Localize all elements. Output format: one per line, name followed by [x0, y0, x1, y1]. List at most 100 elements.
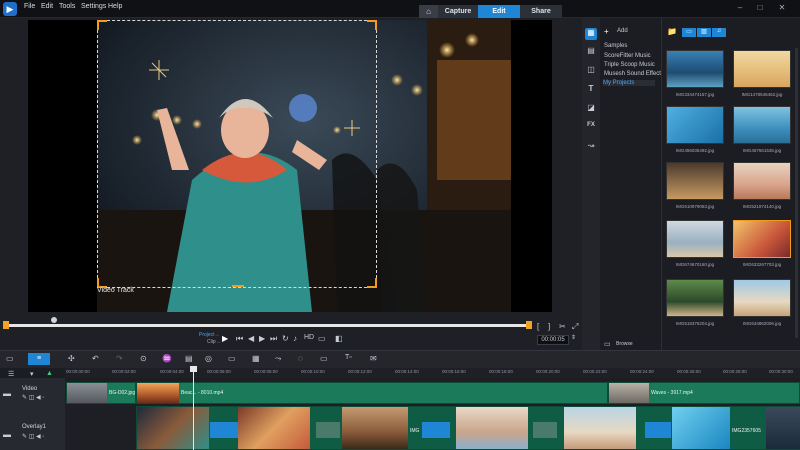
crop-handle-bottom[interactable]: [232, 285, 244, 287]
chapter-point-icon[interactable]: ▾: [30, 370, 34, 378]
overlay-frame[interactable]: [342, 407, 408, 449]
clip-mode-label[interactable]: Clip→: [207, 339, 221, 345]
split-clip-icon[interactable]: ✂: [559, 322, 566, 331]
transition-icon[interactable]: [533, 422, 557, 438]
show-photos-icon[interactable]: ▨: [697, 28, 711, 37]
media-thumbnail[interactable]: [733, 279, 791, 317]
video-stabilize-icon[interactable]: ✉: [370, 354, 377, 363]
library-scrollbar[interactable]: [795, 48, 798, 338]
media-thumbnail-selected[interactable]: [733, 220, 791, 258]
media-thumbnail[interactable]: [666, 279, 724, 317]
overlay-frame[interactable]: [238, 407, 310, 449]
menu-help[interactable]: Help: [108, 3, 122, 10]
crop-handle-bottom-right[interactable]: [367, 278, 377, 288]
home-icon[interactable]: ⌂: [419, 5, 438, 18]
graphic-icon[interactable]: ◪: [585, 103, 597, 115]
media-thumbnail[interactable]: [733, 106, 791, 144]
play-icon[interactable]: ▶: [222, 334, 228, 343]
media-thumbnail[interactable]: [666, 50, 724, 88]
time-remapping-icon[interactable]: ⤳: [275, 354, 281, 364]
overlay-frame[interactable]: [137, 407, 209, 449]
crop-handle-top-right[interactable]: [367, 20, 377, 30]
timecode-stepper-icon[interactable]: ⇕: [571, 334, 576, 341]
snapshot-icon[interactable]: ◧: [335, 334, 343, 343]
motion-tracking-icon[interactable]: ◎: [205, 354, 212, 363]
add-icon[interactable]: +: [604, 27, 609, 36]
timeline-clip[interactable]: Beac... - 8010.mp4: [136, 382, 608, 404]
show-videos-icon[interactable]: ▭: [682, 28, 696, 37]
auto-music-icon[interactable]: ▤: [185, 354, 193, 363]
menu-file[interactable]: File: [24, 3, 35, 10]
show-audio-icon[interactable]: ♫: [712, 28, 726, 37]
storyboard-view-icon[interactable]: ▭: [6, 354, 14, 363]
media-thumbnail[interactable]: [666, 162, 724, 200]
media-thumbnail[interactable]: [666, 106, 724, 144]
tools-icon[interactable]: ✣: [68, 354, 75, 363]
preview-playhead-marker[interactable]: [51, 317, 57, 323]
menu-edit[interactable]: Edit: [41, 3, 53, 10]
overlay-track-controls-icon[interactable]: ✎ ◫ ◀ ◦: [22, 433, 44, 440]
nav-item-triple-scoop[interactable]: Triple Scoop Music: [604, 62, 655, 68]
redo-icon[interactable]: ↷: [116, 354, 123, 363]
overlay-frame[interactable]: [672, 407, 730, 449]
media-thumbnail[interactable]: [733, 50, 791, 88]
nav-item-scorefitter[interactable]: ScoreFitter Music: [604, 53, 651, 59]
add-folder-button[interactable]: Add: [617, 28, 628, 34]
close-icon[interactable]: ✕: [776, 2, 788, 14]
crop-handle-top-left[interactable]: [97, 20, 107, 30]
media-library-icon[interactable]: ▦: [585, 28, 597, 40]
next-frame-icon[interactable]: ▶: [259, 334, 265, 343]
pan-zoom-icon[interactable]: ▭: [320, 354, 328, 363]
repeat-icon[interactable]: ↻: [282, 334, 289, 343]
menu-tools[interactable]: Tools: [59, 3, 75, 10]
volume-icon[interactable]: ♪: [293, 334, 297, 343]
filter-fx-icon[interactable]: FX: [585, 122, 597, 134]
project-mode-label[interactable]: Project→: [199, 332, 220, 338]
mark-in-handle[interactable]: [3, 321, 9, 329]
instant-project-icon[interactable]: ▤: [585, 46, 597, 58]
menu-settings[interactable]: Settings: [81, 3, 106, 10]
minimize-icon[interactable]: –: [734, 2, 746, 14]
sound-mixer-icon[interactable]: ♒: [162, 354, 172, 363]
import-media-icon[interactable]: 📁: [667, 27, 677, 36]
transition-icon[interactable]: [422, 422, 450, 438]
timeline-view-icon[interactable]: ≡: [28, 353, 50, 365]
video-track-controls-icon[interactable]: ✎ ◫ ◀ ◦: [22, 394, 44, 401]
go-to-end-icon[interactable]: ⏭: [270, 334, 277, 344]
maximize-icon[interactable]: □: [754, 2, 766, 14]
hd-preview-label[interactable]: HD: [304, 334, 314, 341]
go-to-start-icon[interactable]: ⏮: [236, 334, 243, 344]
nav-item-samples[interactable]: Samples: [604, 43, 627, 49]
media-thumbnail[interactable]: [733, 162, 791, 200]
expand-icon[interactable]: ⤢: [572, 322, 578, 332]
mask-creator-icon[interactable]: ◌: [298, 354, 303, 363]
tab-share[interactable]: Share: [520, 5, 562, 18]
browse-button[interactable]: Browse: [616, 341, 633, 347]
multi-camera-icon[interactable]: ▦: [252, 354, 260, 363]
tab-edit[interactable]: Edit: [478, 5, 520, 18]
title-icon[interactable]: T: [585, 84, 597, 96]
overlay-frame[interactable]: [766, 407, 800, 449]
mark-in-icon[interactable]: [: [537, 322, 539, 331]
path-icon[interactable]: ↝: [585, 141, 597, 153]
crop-selection-box[interactable]: [97, 20, 377, 288]
mark-out-icon[interactable]: ]: [548, 322, 550, 331]
track-manager-icon[interactable]: ☰: [8, 370, 14, 378]
title-editor-icon[interactable]: T▫: [345, 354, 352, 361]
timeline-playhead[interactable]: [193, 366, 194, 450]
previous-frame-icon[interactable]: ◀: [248, 334, 254, 343]
overlay-frame[interactable]: [564, 407, 636, 449]
tab-capture[interactable]: Capture: [438, 5, 478, 18]
record-capture-icon[interactable]: ⊙: [140, 354, 147, 363]
nav-item-my-projects[interactable]: My Projects: [603, 80, 655, 86]
timecode-display[interactable]: 00:00:05: [537, 335, 569, 345]
mark-out-handle[interactable]: [526, 321, 532, 329]
playhead-handle[interactable]: [190, 366, 197, 372]
timeline-clip[interactable]: BG-D02.jpg: [66, 382, 136, 404]
ripple-editing-icon[interactable]: ▲: [46, 370, 53, 377]
overlay-frame[interactable]: [456, 407, 528, 449]
scrub-bar[interactable]: [4, 324, 532, 327]
media-thumbnail[interactable]: [666, 220, 724, 258]
transition-icon[interactable]: [645, 422, 671, 438]
transition-icon[interactable]: [210, 422, 238, 438]
